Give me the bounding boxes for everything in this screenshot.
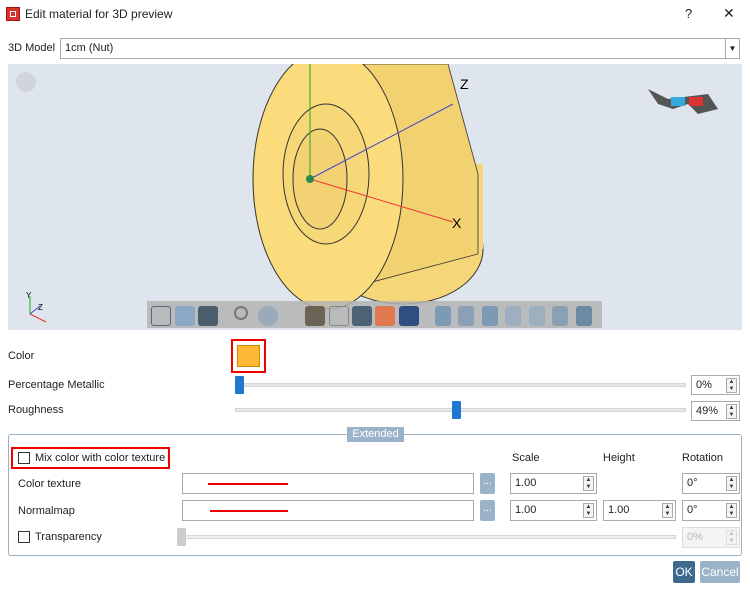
color-texture-rotation-input[interactable]: 0° ▲ ▼ [682, 473, 740, 494]
window-title: Edit material for 3D preview [25, 7, 173, 21]
transparency-slider-thumb[interactable] [177, 528, 186, 546]
normalmap-height-input[interactable]: 1.00 ▲ ▼ [603, 500, 676, 521]
mini-axis-icon: YZ [26, 291, 47, 323]
model-value: 1cm (Nut) [65, 42, 114, 54]
normalmap-browse-button[interactable]: ... [480, 500, 495, 521]
height-header: Height [603, 452, 635, 464]
transparency-slider-track[interactable] [178, 535, 676, 539]
redacted-mark [208, 483, 288, 485]
render-view-button[interactable] [375, 306, 395, 326]
transparency-label: Transparency [35, 531, 102, 543]
scale-header: Scale [512, 452, 540, 464]
metallic-label: Percentage Metallic [8, 379, 105, 391]
shaded-view-button[interactable] [175, 306, 195, 326]
help-button[interactable]: ? [685, 6, 692, 21]
roughness-value: 49% [696, 405, 719, 417]
3d-glasses-icon [648, 89, 718, 114]
mix-checkbox[interactable] [18, 452, 30, 464]
color-texture-label: Color texture [18, 478, 81, 490]
axis-x-label: X [452, 215, 462, 231]
axis-z-label: Z [460, 76, 469, 92]
nut-model: Z X YZ [16, 64, 718, 323]
metallic-slider-track[interactable] [235, 383, 686, 387]
view-top-button[interactable] [529, 306, 545, 326]
grid-view-button[interactable] [329, 306, 349, 326]
metallic-input[interactable]: 0% ▲ ▼ [691, 375, 740, 395]
extended-legend[interactable]: Extended [347, 427, 404, 442]
normalmap-path[interactable] [182, 500, 474, 521]
normalmap-rotation-value: 0° [687, 504, 698, 516]
section-view-button[interactable] [305, 306, 325, 326]
roughness-input[interactable]: 49% ▲ ▼ [691, 401, 740, 421]
mini-z-label: Z [38, 303, 43, 312]
redacted-mark [210, 510, 288, 512]
color-texture-scale-spinner[interactable]: ▲ ▼ [583, 476, 594, 491]
mini-y-label: Y [26, 291, 32, 300]
color-texture-rotation-value: 0° [687, 477, 698, 489]
app-icon [6, 7, 20, 21]
wireframe-view-button[interactable] [151, 306, 171, 326]
chevron-down-icon: ▼ [725, 39, 739, 58]
ok-button[interactable]: OK [673, 561, 695, 583]
normalmap-scale-value: 1.00 [515, 504, 537, 516]
transparency-input[interactable]: 0% ▲ ▼ [682, 527, 740, 548]
color-label: Color [8, 350, 35, 362]
color-texture-rotation-spinner[interactable]: ▲ ▼ [726, 476, 737, 491]
normalmap-height-value: 1.00 [608, 504, 630, 516]
color-swatch[interactable] [237, 345, 260, 367]
rotation-header: Rotation [682, 452, 723, 464]
view-left-button[interactable] [482, 306, 498, 326]
transparency-value: 0% [687, 531, 703, 543]
view-bottom-button[interactable] [552, 306, 568, 326]
model-select[interactable]: 1cm (Nut) ▼ [60, 38, 740, 59]
color-texture-scale-value: 1.00 [515, 477, 537, 489]
view-back-button[interactable] [458, 306, 474, 326]
rotate-view-button[interactable] [258, 306, 278, 326]
zoom-icon[interactable] [234, 306, 248, 320]
texture-view-button[interactable] [399, 306, 419, 326]
normalmap-rotation-spinner[interactable]: ▲ ▼ [726, 503, 737, 518]
model-label: 3D Model [8, 42, 56, 54]
normalmap-scale-spinner[interactable]: ▲ ▼ [583, 503, 594, 518]
mix-label: Mix color with color texture [35, 452, 166, 464]
view-toolbar [147, 301, 602, 328]
transparent-view-button[interactable] [352, 306, 372, 326]
view-iso-button[interactable] [576, 306, 592, 326]
roughness-spinner[interactable]: ▲ ▼ [726, 404, 737, 419]
view-right-button[interactable] [505, 306, 521, 326]
color-texture-path[interactable] [182, 473, 474, 494]
normalmap-rotation-input[interactable]: 0° ▲ ▼ [682, 500, 740, 521]
normalmap-label: Normalmap [18, 505, 75, 517]
shaded-edges-view-button[interactable] [198, 306, 218, 326]
color-texture-browse-button[interactable]: ... [480, 473, 495, 494]
normalmap-height-spinner[interactable]: ▲ ▼ [662, 503, 673, 518]
cancel-button[interactable]: Cancel [700, 561, 740, 583]
view-front-button[interactable] [435, 306, 451, 326]
roughness-slider-thumb[interactable] [451, 401, 461, 419]
color-texture-scale-input[interactable]: 1.00 ▲ ▼ [510, 473, 597, 494]
transparency-spinner[interactable]: ▲ ▼ [726, 530, 737, 545]
metallic-spinner[interactable]: ▲ ▼ [726, 378, 737, 393]
metallic-slider-thumb[interactable] [235, 376, 244, 394]
roughness-label: Roughness [8, 404, 64, 416]
close-button[interactable]: ✕ [723, 5, 735, 22]
normalmap-scale-input[interactable]: 1.00 ▲ ▼ [510, 500, 597, 521]
3d-viewport[interactable]: Z X YZ [8, 64, 742, 330]
metallic-value: 0% [696, 379, 712, 391]
transparency-checkbox[interactable] [18, 531, 30, 543]
